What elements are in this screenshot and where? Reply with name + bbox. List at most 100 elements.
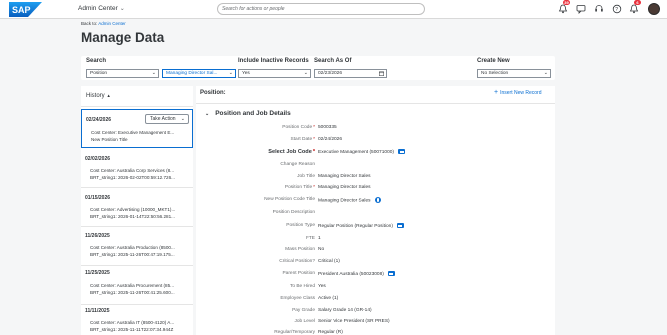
divider [196,103,555,104]
avatar[interactable] [648,3,660,15]
history-date: 11/26/2025 [85,233,110,239]
field-row: Change Reason [196,162,555,172]
field-row: Mass Position No [196,247,555,257]
globe-icon[interactable] [374,197,381,203]
info-icon[interactable] [396,223,404,228]
field-label: New Position Code Title [264,197,315,202]
history-line: Cost Center: Australia Production (8500.… [90,245,175,250]
section-header[interactable]: ⌄ Position and Job Details [205,110,291,117]
history-item[interactable]: 11/11/2025 Cost Center: Australia IT (85… [81,306,193,335]
field-value: Regular Position (Regular Position) [318,223,404,229]
field-label: Position Code* [282,125,315,130]
take-action-button[interactable]: Take Action ⌄ [145,114,189,124]
history-title[interactable]: History ▴ [86,93,110,99]
field-label: Parent Position [282,271,315,276]
field-row: Start Date* 02/24/2026 [196,137,555,147]
field-label: Critical Position? [279,259,315,264]
chevron-down-icon: ⌄ [543,70,548,76]
field-value: Regular (R) [318,330,343,335]
chevron-down-icon: ⌄ [228,70,233,76]
insert-label: Insert New Record [500,90,542,96]
field-label: Position Title* [284,185,315,190]
search-placeholder: Search for actions or people [222,6,285,12]
notifications-icon[interactable] [558,4,568,14]
field-value: Yes [318,284,326,289]
filter-bar: Search Position ⌄ Managing Director Sal..… [81,56,555,80]
chat-icon[interactable] [576,4,586,14]
history-line: BRT_string1: 2025-11-26T00:41:25.600... [90,290,175,295]
chevron-down-icon: ⌄ [151,70,156,76]
history-date: 02/24/2026 [86,117,112,123]
history-line: Cost Center: Australia Procurement (85..… [90,283,174,288]
field-row: Critical Position? Critical (1) [196,259,555,269]
create-new-select[interactable]: No Selection ⌄ [477,69,551,78]
global-search-input[interactable]: Search for actions or people [217,3,425,15]
field-value: Executive Management (50071000) [318,149,405,155]
field-value: Salary Grade 14 (GR-14) [318,308,372,313]
breadcrumb: Back to: Admin Center [81,21,126,26]
field-label: Position Description [272,210,315,215]
app-title: Admin Center [78,5,118,12]
field-label: Position Type [286,223,315,228]
field-label: Select Job Code* [268,149,315,155]
help-icon[interactable]: ? [612,4,622,14]
plus-icon: + [494,89,499,96]
field-value: 5000335 [318,125,337,130]
field-value: Active (1) [318,296,339,301]
history-title-text: History [86,93,105,99]
history-item[interactable]: 11/26/2025 Cost Center: Australia Produc… [81,228,193,266]
history-item[interactable]: 02/02/2026 Cost Center: Australia Corp S… [81,150,193,188]
history-line: New Position Title [91,137,128,142]
field-value: Managing Director Sales [318,174,371,179]
info-icon[interactable] [387,271,395,276]
field-row: Select Job Code* Executive Management (5… [196,149,555,159]
logo-text: SAP [12,5,31,15]
field-row: Regular/Temporary Regular (R) [196,330,555,335]
field-value: 1 [318,236,321,241]
search-value-select[interactable]: Managing Director Sal... ⌄ [162,69,236,78]
field-label: Mass Position [285,247,315,252]
sap-logo[interactable]: SAP [9,2,42,17]
alerts-bell-icon[interactable] [629,4,639,14]
asof-date-input[interactable]: 02/23/2026 [314,69,387,78]
insert-new-record-button[interactable]: + Insert New Record [494,89,542,96]
alerts-badge: 6 [634,0,641,5]
history-line: Cost Center: Australia IT (8500-4120) A.… [90,320,175,325]
position-details-panel: Position: + Insert New Record ⌄ Position a… [196,86,555,335]
field-row: Job Level Senior Vice President (SR PRES… [196,319,555,329]
inactive-value: Yes [242,71,250,76]
search-type-select[interactable]: Position ⌄ [86,69,159,78]
position-label: Position: [200,90,226,96]
info-icon[interactable] [398,149,405,154]
chevron-down-icon: ⌄ [180,116,185,122]
app-title-menu[interactable]: Admin Center ⌄ [78,5,125,12]
field-label: Start Date* [290,137,315,142]
field-label: Pay Grade [292,308,315,313]
history-line: Cost Center: Executive Management E... [91,130,175,135]
history-item[interactable]: 01/15/2026 Cost Center: Advertising (100… [81,189,193,227]
calendar-icon[interactable] [379,71,384,76]
inactive-label: Include Inactive Records [238,58,309,64]
create-label: Create New [477,58,510,64]
field-value: No [318,247,325,252]
back-prefix: Back to: [81,21,98,26]
chevron-down-icon: ⌄ [205,111,210,117]
field-label: To Be Hired [289,284,315,289]
search-label: Search [86,58,107,64]
history-date: 01/15/2026 [85,195,111,201]
back-link[interactable]: Admin Center [98,21,126,26]
field-label: FTE [305,236,315,241]
field-label: Employee Class [280,296,315,301]
field-row: Parent Position President Australia (500… [196,271,555,281]
take-action-label: Take Action [150,116,176,122]
headset-icon[interactable] [594,4,604,14]
history-item[interactable]: 11/25/2025 Cost Center: Australia Procur… [81,267,193,305]
field-value: Managing Director Sales [318,185,371,190]
field-row: New Position Code Title Managing Directo… [196,197,555,207]
inactive-select[interactable]: Yes ⌄ [238,69,311,78]
search-value: Managing Director Sal... [166,71,218,76]
page-background [555,19,667,335]
divider [81,106,193,107]
history-item[interactable]: 02/24/2026 Take Action ⌄ Cost Center: Exe… [81,109,193,148]
field-value: 02/24/2026 [318,137,343,142]
